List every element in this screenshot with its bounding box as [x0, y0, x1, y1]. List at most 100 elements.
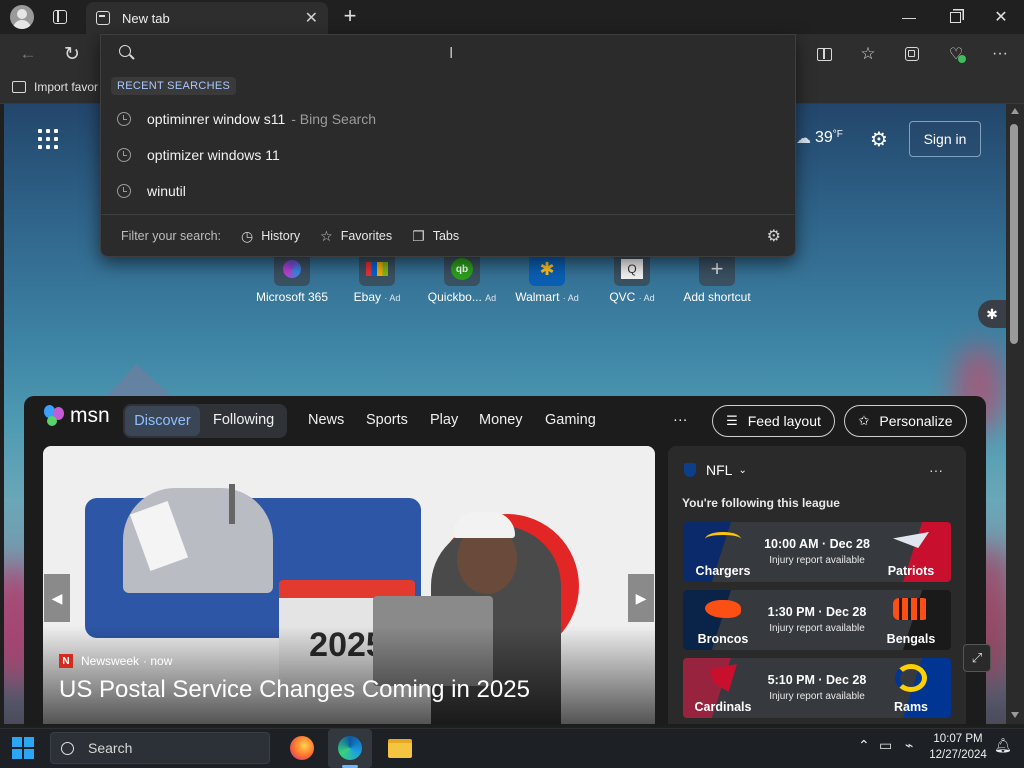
- profile-avatar[interactable]: [10, 5, 34, 29]
- collections-icon[interactable]: [900, 42, 924, 66]
- newsweek-logo: N: [59, 654, 73, 668]
- restore-button[interactable]: [932, 0, 978, 34]
- hero-news-card[interactable]: 2025 N Newsweek · now US Postal Service …: [43, 446, 655, 724]
- personalize-button[interactable]: ✩ Personalize: [844, 405, 967, 437]
- network-icon[interactable]: ⌁: [905, 737, 913, 754]
- nav-play[interactable]: Play: [430, 412, 458, 428]
- scrollbar-thumb[interactable]: [1010, 124, 1018, 344]
- minimize-button[interactable]: —: [886, 0, 932, 34]
- news-age: · now: [143, 654, 173, 668]
- msn-butterfly-icon: [44, 405, 66, 427]
- chevron-down-icon: ⌄: [738, 464, 747, 476]
- nfl-following-text: You're following this league: [682, 496, 840, 510]
- history-icon: [117, 112, 131, 126]
- rams-logo-icon: [895, 664, 927, 692]
- recent-search-item[interactable]: winutil: [101, 173, 795, 209]
- back-icon[interactable]: ←: [16, 42, 40, 66]
- expand-icon[interactable]: ⤢: [963, 644, 991, 672]
- filter-bar: Filter your search: ◷ History ☆ Favorite…: [101, 214, 795, 257]
- star-icon: ☆: [320, 227, 333, 244]
- display-icon[interactable]: ▭: [879, 737, 892, 754]
- title-bar: New tab ✕ + — ✕: [0, 0, 1024, 34]
- news-headline[interactable]: US Postal Service Changes Coming in 2025: [59, 676, 530, 704]
- settings-more-icon[interactable]: ···: [988, 42, 1012, 66]
- recent-searches-heading: RECENT SEARCHES: [111, 77, 237, 95]
- bengals-logo-icon: [893, 598, 929, 620]
- app-launcher-icon[interactable]: [38, 129, 58, 149]
- firefox-icon[interactable]: [290, 736, 314, 760]
- new-tab-page-icon: [96, 11, 110, 25]
- nav-news[interactable]: News: [308, 412, 344, 428]
- file-explorer-icon[interactable]: [388, 739, 412, 758]
- filter-label: Filter your search:: [121, 229, 222, 243]
- shortcut-microsoft-365[interactable]: Microsoft 365: [246, 252, 338, 304]
- shortcut-qvc[interactable]: Q QVC · Ad: [586, 252, 678, 304]
- weather-cloud-icon: ☁: [796, 130, 811, 147]
- filter-history-button[interactable]: ◷ History: [241, 228, 300, 245]
- close-window-button[interactable]: ✕: [978, 0, 1024, 34]
- taskbar-search-box[interactable]: Search: [50, 732, 270, 764]
- clock[interactable]: 10:07 PM 12/27/2024: [928, 731, 988, 763]
- nfl-more-button[interactable]: ···: [929, 462, 943, 478]
- game-row[interactable]: Broncos 1:30 PM · Dec 28 Injury report a…: [683, 590, 951, 650]
- sparkle-icon: ✩: [858, 413, 870, 428]
- ebay-icon: [359, 252, 395, 286]
- address-bar-dropdown: I RECENT SEARCHES optiminrer window s11 …: [100, 34, 796, 257]
- recent-search-item[interactable]: optimizer windows 11: [101, 137, 795, 173]
- clock-time: 10:07 PM: [933, 733, 983, 745]
- import-icon: [12, 81, 26, 93]
- nav-sports[interactable]: Sports: [366, 412, 408, 428]
- hero-next-button[interactable]: ▶: [628, 574, 654, 622]
- refresh-icon[interactable]: ↻: [60, 42, 84, 66]
- sign-in-button[interactable]: Sign in: [909, 121, 981, 157]
- shortcut-quickbooks[interactable]: qb Quickbo... Ad: [416, 252, 508, 304]
- shortcut-ebay[interactable]: Ebay · Ad: [331, 252, 423, 304]
- game-row[interactable]: Chargers 10:00 AM · Dec 28 Injury report…: [683, 522, 951, 582]
- page-settings-icon[interactable]: ⚙: [870, 127, 888, 152]
- sliders-icon: ☰: [726, 413, 738, 428]
- history-icon: ◷: [241, 227, 254, 244]
- weather-unit: °F: [832, 129, 843, 140]
- weather-widget[interactable]: ☁ 39 °F: [796, 129, 843, 147]
- shortcut-walmart[interactable]: ✱ Walmart · Ad: [501, 252, 593, 304]
- import-favorites-item[interactable]: Import favor: [12, 80, 98, 94]
- nfl-shield-icon: [684, 463, 696, 477]
- show-hidden-icons[interactable]: ⌃: [858, 737, 870, 754]
- split-screen-icon[interactable]: [812, 42, 836, 66]
- text-cursor-icon: I: [449, 45, 454, 62]
- tab-actions-icon[interactable]: [53, 10, 67, 24]
- chargers-logo-icon: [705, 532, 741, 546]
- filter-favorites-button[interactable]: ☆ Favorites: [320, 228, 392, 245]
- hero-prev-button[interactable]: ◀: [44, 574, 70, 622]
- shortcut-add[interactable]: + Add shortcut: [671, 252, 763, 304]
- nav-money[interactable]: Money: [479, 412, 523, 428]
- nav-gaming[interactable]: Gaming: [545, 412, 596, 428]
- msn-logo[interactable]: msn: [44, 404, 110, 428]
- game-row[interactable]: Cardinals 5:10 PM · Dec 28 Injury report…: [683, 658, 951, 718]
- recent-search-item[interactable]: optiminrer window s11 - Bing Search: [101, 101, 795, 137]
- edge-icon: [338, 736, 362, 760]
- tab-following[interactable]: Following: [213, 412, 274, 428]
- search-settings-icon[interactable]: ⚙: [767, 226, 781, 246]
- history-icon: [117, 184, 131, 198]
- tab-new-tab[interactable]: New tab ✕: [86, 2, 328, 34]
- nfl-league-selector[interactable]: NFL ⌄: [684, 462, 747, 478]
- quickbooks-icon: qb: [444, 252, 480, 286]
- tab-discover[interactable]: Discover: [125, 406, 200, 436]
- close-tab-icon[interactable]: ✕: [305, 8, 318, 28]
- filter-tabs-button[interactable]: ❐ Tabs: [412, 228, 459, 245]
- edge-taskbar-button[interactable]: [328, 729, 372, 768]
- news-source: Newsweek: [81, 654, 140, 668]
- nav-more-button[interactable]: ···: [673, 412, 688, 428]
- start-button[interactable]: [12, 737, 34, 759]
- walmart-icon: ✱: [529, 252, 565, 286]
- feed-layout-button[interactable]: ☰ Feed layout: [712, 405, 835, 437]
- favorites-icon[interactable]: ☆: [856, 42, 880, 66]
- background-customize-button[interactable]: ✱: [978, 300, 1006, 328]
- tabs-icon: ❐: [412, 227, 425, 244]
- browser-essentials-icon[interactable]: ♡: [944, 42, 968, 66]
- new-tab-button[interactable]: +: [338, 4, 362, 28]
- broncos-logo-icon: [705, 600, 741, 618]
- notification-bell-icon[interactable]: 🔔︎: [994, 737, 1012, 754]
- address-bar-input[interactable]: I: [101, 35, 795, 73]
